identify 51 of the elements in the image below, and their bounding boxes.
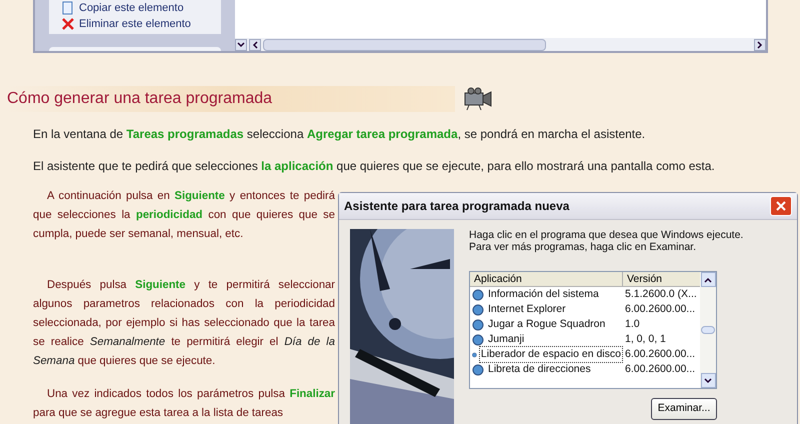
chevron-down-icon[interactable]: [704, 378, 712, 384]
program-version: 1, 0, 0, 1: [624, 332, 666, 347]
chevron-down-icon[interactable]: [235, 38, 247, 50]
program-icon: [472, 364, 484, 376]
program-version: 6.00.2600.00...: [624, 302, 696, 317]
browse-button[interactable]: Examinar...: [651, 398, 717, 420]
scroll-right-icon[interactable]: [754, 38, 766, 50]
video-camera-icon: [463, 87, 493, 111]
paragraph: Después pulsa Siguiente y te permitirá seleccionar algunos parametros relacionados con la periodicidad seleccionada, por ejemplo si has seleccionado que la tarea se realice Semanalmente te permitirá elegir el Día de la Semana que quieres que se ejecute.: [33, 278, 335, 369]
column-header[interactable]: Aplicación: [470, 272, 623, 286]
section-heading: Cómo generar una tarea programada: [5, 86, 455, 112]
program-row[interactable]: Libreta de direcciones 6.00.2600.00...: [470, 362, 700, 377]
chevron-up-icon[interactable]: [704, 276, 712, 282]
program-version: 6.00.2600.00...: [624, 346, 696, 362]
paragraph: Una vez indicados todos los parámetros pulsa Finalizar para que se agregue esta tarea a la lista de tareas: [33, 387, 335, 421]
dialog-title: Asistente para tarea programada nueva: [344, 198, 570, 215]
program-icon: [472, 318, 484, 330]
program-name: Liberador de espacio en disco: [478, 346, 623, 364]
program-icon: [472, 304, 484, 316]
program-name: Jumanji: [487, 332, 526, 347]
scroll-thumb[interactable]: [263, 38, 546, 50]
program-icon: [472, 334, 484, 346]
program-row[interactable]: Información del sistema 5.1.2600.0 (X...: [470, 287, 700, 302]
close-icon: [61, 17, 75, 31]
task-link[interactable]: Copiar este elemento: [79, 1, 184, 15]
program-name: Libreta de direcciones: [487, 362, 592, 377]
program-name: Jugar a Rogue Squadron: [487, 316, 606, 332]
horizontal-scrollbar[interactable]: [235, 38, 766, 51]
instruction-text: Haga clic en el programa que desea que Windows ejecute.: [469, 229, 744, 241]
program-version: 6.00.2600.00...: [624, 362, 696, 377]
program-version: 5.1.2600.0 (X...: [624, 286, 697, 302]
close-button[interactable]: [770, 196, 792, 216]
program-version: 1.0: [624, 316, 640, 332]
task-link[interactable]: Eliminar este elemento: [79, 17, 191, 31]
vertical-scrollbar[interactable]: [700, 272, 716, 388]
column-header[interactable]: Versión: [623, 272, 700, 286]
program-list[interactable]: [469, 271, 717, 389]
paragraph: En la ventana de Tareas programadas selecciona Agregar tarea programada, se pondrá en marcha el asistente.: [33, 126, 646, 143]
program-row[interactable]: Liberador de espacio en disco 6.00.2600.00...: [470, 347, 700, 362]
paragraph: El asistente que te pedirá que selecciones la aplicación que quieres que se ejecute, para ello mostrará una pantalla como esta.: [33, 158, 716, 175]
program-row[interactable]: Jumanji 1, 0, 0, 1: [470, 332, 700, 347]
instruction-text: Para ver más programas, haga clic en Examinar.: [469, 241, 698, 253]
program-row[interactable]: Jugar a Rogue Squadron 1.0: [470, 317, 700, 332]
scroll-thumb[interactable]: [701, 326, 715, 334]
scroll-left-icon[interactable]: [249, 38, 261, 50]
program-icon: [472, 288, 484, 300]
program-name: Internet Explorer: [487, 302, 567, 317]
program-name: Información del sistema: [487, 286, 600, 302]
program-row[interactable]: Internet Explorer 6.00.2600.00...: [470, 302, 700, 317]
close-icon: [775, 200, 787, 212]
paragraph: A continuación pulsa en Siguiente y entonces te pedirá que selecciones la periodicidad con que quieres que se cumpla, puede ser semanal, mensual, etc.: [33, 189, 335, 242]
